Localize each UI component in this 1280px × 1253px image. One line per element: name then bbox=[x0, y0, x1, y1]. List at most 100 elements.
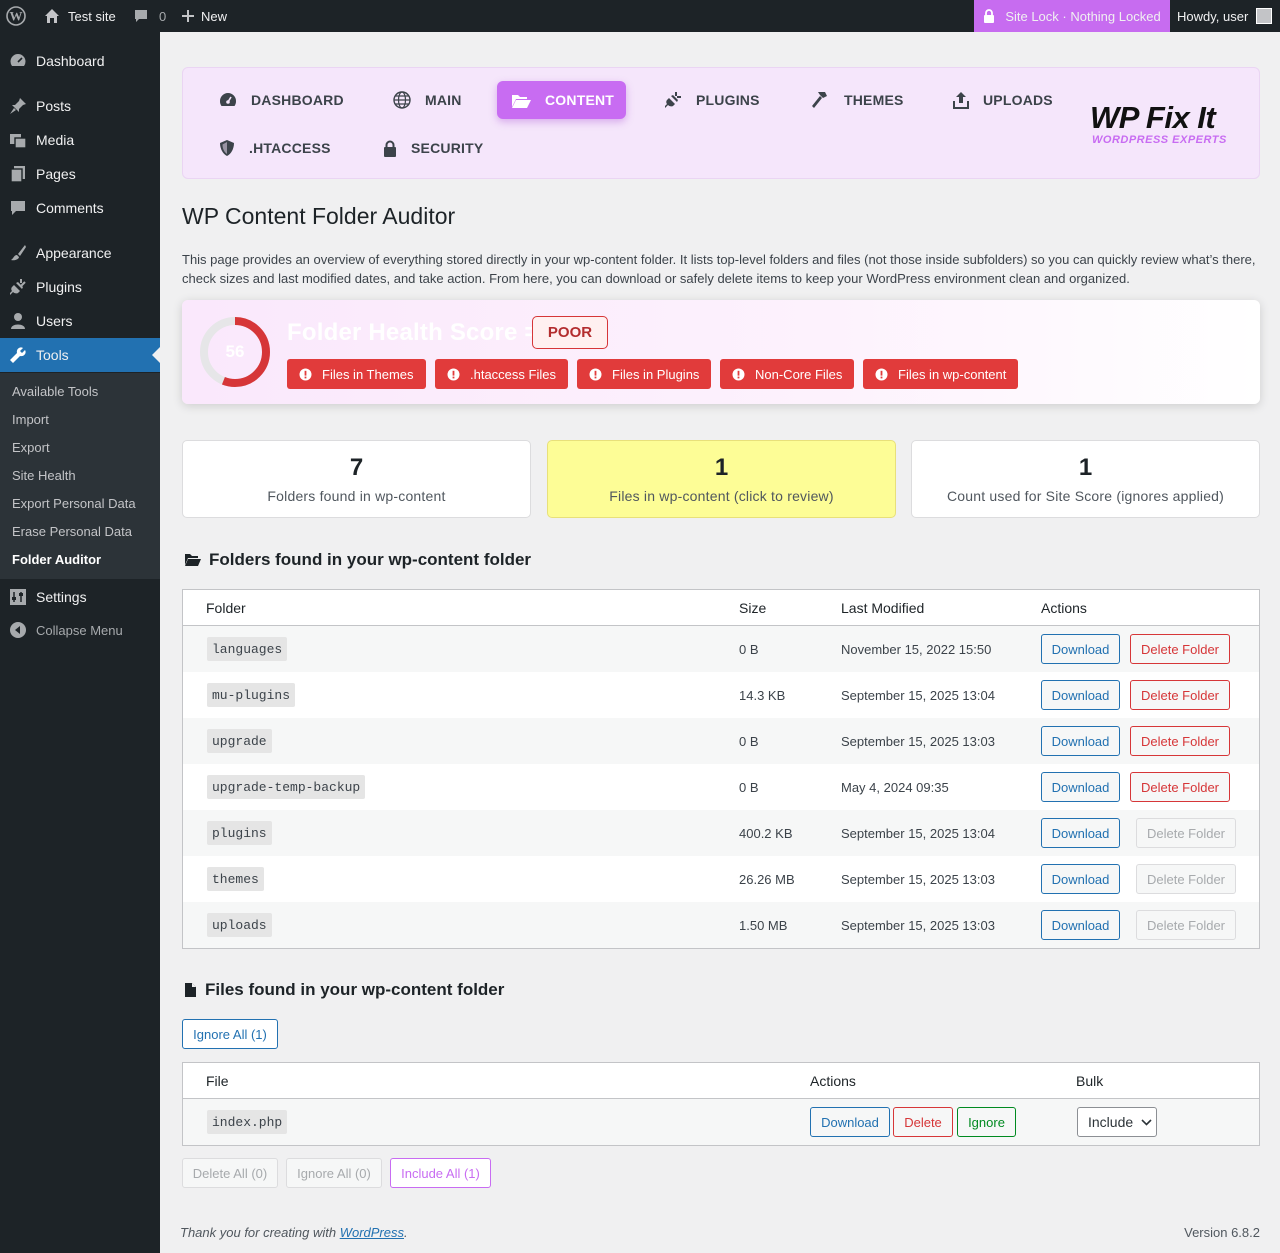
delete-folder-button[interactable]: Delete Folder bbox=[1130, 634, 1230, 664]
table-row: upgrade 0 B September 15, 2025 13:03 Downlo… bbox=[183, 718, 1259, 764]
folder-download-button[interactable]: Download bbox=[1041, 726, 1120, 756]
submenu-available-tools[interactable]: Available Tools bbox=[12, 384, 98, 399]
tab-content[interactable]: CONTENT bbox=[497, 81, 626, 119]
file-delete-button[interactable]: Delete bbox=[893, 1107, 953, 1137]
alert-icon bbox=[875, 368, 888, 381]
folder-size: 0 B bbox=[739, 779, 759, 795]
dashboard-icon bbox=[9, 52, 27, 70]
site-lock-link[interactable]: Site Lock · Nothing Locked bbox=[974, 0, 1170, 32]
svg-text:W: W bbox=[10, 9, 23, 24]
hammer-icon bbox=[810, 91, 830, 109]
page-title: WP Content Folder Auditor bbox=[182, 203, 456, 229]
menu-media[interactable]: Media bbox=[0, 123, 160, 157]
delete-folder-button[interactable]: Delete Folder bbox=[1130, 726, 1230, 756]
stat-folders-count: 7 Folders found in wp-content bbox=[182, 440, 531, 518]
user-icon bbox=[9, 312, 27, 330]
shield-icon bbox=[219, 139, 235, 157]
file-download-button[interactable]: Download bbox=[810, 1107, 890, 1137]
submenu-folder-auditor[interactable]: Folder Auditor bbox=[12, 552, 101, 567]
folder-open-icon bbox=[511, 93, 531, 108]
files-table-header: File Actions Bulk bbox=[183, 1063, 1259, 1099]
tools-submenu: Available Tools Import Export Site Healt… bbox=[0, 373, 160, 579]
column-size: Size bbox=[739, 600, 767, 616]
warning-htaccess-files[interactable]: .htaccess Files bbox=[435, 359, 568, 389]
comments-count: 0 bbox=[159, 8, 167, 24]
stat-site-score-count: 1 Count used for Site Score (ignores app… bbox=[911, 440, 1260, 518]
folder-modified: September 15, 2025 13:03 bbox=[841, 917, 995, 933]
tab-htaccess[interactable]: .HTACCESS bbox=[205, 129, 345, 167]
table-row: plugins 400.2 KB September 15, 2025 13:04 D… bbox=[183, 810, 1259, 856]
warning-non-core-files[interactable]: Non-Core Files bbox=[720, 359, 855, 389]
menu-appearance[interactable]: Appearance bbox=[0, 236, 160, 270]
alert-icon bbox=[732, 368, 745, 381]
new-content-link[interactable]: New bbox=[182, 0, 227, 32]
menu-plugins[interactable]: Plugins bbox=[0, 270, 160, 304]
folder-modified: September 15, 2025 13:03 bbox=[841, 733, 995, 749]
wordpress-link[interactable]: WordPress bbox=[340, 1225, 404, 1240]
my-account-link[interactable]: Howdy, user bbox=[1170, 0, 1280, 32]
folders-table-header: Folder Size Last Modified Actions bbox=[183, 590, 1259, 626]
stat-files-count[interactable]: 1 Files in wp-content (click to review) bbox=[547, 440, 896, 518]
site-name-link[interactable]: Test site bbox=[44, 0, 116, 32]
tab-dashboard[interactable]: DASHBOARD bbox=[205, 81, 358, 119]
column-file-actions: Actions bbox=[810, 1073, 856, 1089]
submenu-erase-personal-data[interactable]: Erase Personal Data bbox=[12, 524, 132, 539]
collapse-arrow-icon bbox=[9, 621, 27, 639]
tab-security[interactable]: SECURITY bbox=[369, 129, 497, 167]
menu-dashboard[interactable]: Dashboard bbox=[0, 44, 160, 78]
folder-download-button[interactable]: Download bbox=[1041, 818, 1120, 848]
tab-plugins[interactable]: PLUGINS bbox=[650, 81, 774, 119]
folder-name: plugins bbox=[207, 821, 272, 845]
file-ignore-button[interactable]: Ignore bbox=[957, 1107, 1016, 1137]
warning-files-in-themes[interactable]: Files in Themes bbox=[287, 359, 426, 389]
health-score-title: Folder Health Score = bbox=[287, 319, 539, 346]
submenu-export[interactable]: Export bbox=[12, 440, 50, 455]
alert-icon bbox=[589, 368, 602, 381]
warning-files-in-wp-content[interactable]: Files in wp-content bbox=[863, 359, 1019, 389]
table-row: languages 0 B November 15, 2022 15:50 Downl… bbox=[183, 626, 1259, 672]
table-row: themes 26.26 MB September 15, 2025 13:03 Do… bbox=[183, 856, 1259, 902]
column-bulk: Bulk bbox=[1076, 1073, 1104, 1089]
table-row: upgrade-temp-backup 0 B May 4, 2024 09:35 D… bbox=[183, 764, 1259, 810]
menu-comments[interactable]: Comments bbox=[0, 191, 160, 225]
menu-settings[interactable]: Settings bbox=[0, 580, 160, 614]
tab-uploads[interactable]: UPLOADS bbox=[939, 81, 1067, 119]
folder-name: mu-plugins bbox=[207, 683, 296, 707]
ignore-all-bottom-button[interactable]: Ignore All (0) bbox=[286, 1158, 382, 1188]
folder-modified: September 15, 2025 13:03 bbox=[841, 871, 995, 887]
menu-posts[interactable]: Posts bbox=[0, 89, 160, 123]
ignore-all-top-button[interactable]: Ignore All (1) bbox=[182, 1019, 278, 1049]
warning-files-in-plugins[interactable]: Files in Plugins bbox=[577, 359, 712, 389]
delete-folder-button[interactable]: Delete Folder bbox=[1130, 772, 1230, 802]
wordpress-logo-icon[interactable]: W bbox=[6, 0, 28, 32]
folder-open-icon bbox=[184, 553, 201, 567]
menu-tools[interactable]: Tools bbox=[0, 338, 160, 372]
tab-main[interactable]: MAIN bbox=[379, 81, 476, 119]
delete-folder-button[interactable]: Delete Folder bbox=[1130, 680, 1230, 710]
menu-pages[interactable]: Pages bbox=[0, 157, 160, 191]
submenu-export-personal-data[interactable]: Export Personal Data bbox=[12, 496, 136, 511]
comment-icon bbox=[133, 8, 149, 24]
folder-download-button[interactable]: Download bbox=[1041, 864, 1120, 894]
file-icon bbox=[184, 982, 197, 998]
column-actions: Actions bbox=[1041, 600, 1087, 616]
collapse-menu-button[interactable]: Collapse Menu bbox=[0, 613, 160, 647]
table-row: index.php Download Delete Ignore Include bbox=[183, 1099, 1259, 1145]
include-all-button[interactable]: Include All (1) bbox=[390, 1158, 491, 1188]
plus-icon bbox=[182, 10, 194, 22]
comments-link[interactable]: 0 bbox=[133, 0, 166, 32]
alert-icon bbox=[299, 368, 312, 381]
menu-users[interactable]: Users bbox=[0, 304, 160, 338]
folder-download-button[interactable]: Download bbox=[1041, 772, 1120, 802]
tab-themes[interactable]: THEMES bbox=[796, 81, 918, 119]
folder-download-button[interactable]: Download bbox=[1041, 680, 1120, 710]
delete-all-button[interactable]: Delete All (0) bbox=[182, 1158, 278, 1188]
folder-modified: September 15, 2025 13:04 bbox=[841, 825, 995, 841]
submenu-site-health[interactable]: Site Health bbox=[12, 468, 76, 483]
bulk-action-select[interactable]: Include bbox=[1077, 1107, 1157, 1137]
folder-download-button[interactable]: Download bbox=[1041, 634, 1120, 664]
submenu-import[interactable]: Import bbox=[12, 412, 49, 427]
avatar bbox=[1256, 8, 1273, 24]
wrench-icon bbox=[9, 346, 27, 364]
folder-download-button[interactable]: Download bbox=[1041, 910, 1120, 940]
